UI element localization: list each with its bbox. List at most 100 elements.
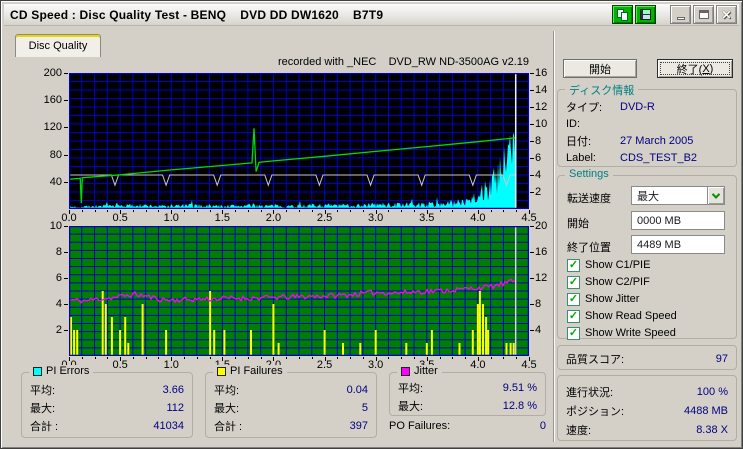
position-value: 4488 MB [683,404,728,417]
axis-tick [210,210,211,212]
max-value: 12.8 % [502,399,537,412]
tab-disc-quality[interactable]: Disc Quality [15,34,101,57]
axis-tick [146,357,147,359]
axis-tick-label: 4.5 [521,359,537,371]
axis-tick [82,357,83,359]
axis-tick [222,210,223,214]
axis-tick [171,357,172,361]
axis-tick-label: 12 [535,101,548,113]
checkbox-show-jitter[interactable]: ✓ Show Jitter [567,292,639,306]
axis-tick [530,330,534,331]
axis-tick [530,252,534,253]
avg-label: 平均: [214,384,240,397]
axis-tick [64,73,68,74]
disc-date-value: 27 March 2005 [620,134,694,147]
copy-icon [617,8,628,21]
axis-tick [427,210,428,214]
start-position-input[interactable]: 0000 MB [631,211,725,230]
axis-tick [120,357,121,361]
axis-tick [325,210,326,214]
axis-tick-label: 10 [49,220,62,232]
axis-tick-label: 16 [535,67,548,79]
axis-tick [530,175,534,176]
minimize-icon [676,17,685,20]
checkbox-label: Show Jitter [585,293,640,305]
po-failures-value: 0 [539,420,546,432]
max-label: 最大: [30,402,56,415]
disc-date-label: 日付: [566,135,592,148]
titlebar-buttons: ✕ [610,5,737,24]
exit-button-label: 終了( [676,63,703,76]
close-button[interactable]: ✕ [716,5,737,24]
pi-failures-title: PI Failures [230,365,283,377]
axis-tick [530,73,534,74]
axis-tick-label: 2.5 [316,359,333,371]
copy-button[interactable] [612,5,633,24]
dropdown-button[interactable] [707,187,724,204]
checkbox-checked-icon: ✓ [567,275,580,289]
axis-tick [158,210,159,212]
axis-tick-label: 4.0 [470,359,486,371]
app-window: CD Speed : Disc Quality Test - BENQ DVD … [0,0,743,449]
axis-tick [530,226,534,227]
axis-tick-label: 2.5 [316,212,333,224]
axis-tick [261,210,262,212]
window-title: CD Speed : Disc Quality Test - BENQ DVD … [10,7,384,22]
vertical-separator [553,31,555,442]
axis-tick-label: 8 [535,298,542,310]
pi-failures-swatch [217,366,226,376]
chart-recorder-caption: recorded with _NEC DVD_RW ND-3500AG v2.1… [277,56,529,68]
maximize-button[interactable] [693,5,714,24]
axis-tick-label: 4 [535,169,542,181]
po-failures-label: PO Failures: [389,420,451,432]
checkbox-show-write-speed[interactable]: ✓ Show Write Speed [567,326,676,340]
axis-tick [427,357,428,361]
save-button[interactable] [635,5,656,24]
pi-errors-title: PI Errors [46,365,90,377]
jitter-swatch [401,366,410,376]
axis-tick-label: 1.5 [214,212,230,224]
axis-tick [388,357,389,359]
start-button[interactable]: 開始 [563,59,637,78]
axis-tick [401,357,402,359]
checkbox-show-c2-pif[interactable]: ✓ Show C2/PIF [567,275,650,289]
exit-button-accelerator: X [702,62,710,75]
axis-tick [120,210,121,214]
axis-tick-label: 80 [49,148,62,161]
axis-tick [530,141,534,142]
axis-tick [299,210,300,212]
axis-tick [197,210,198,212]
chevron-down-icon [711,189,721,199]
axis-tick-label: 2 [535,186,542,198]
save-icon [640,9,651,20]
axis-tick [184,210,185,212]
axis-tick-label: 3.5 [419,212,435,224]
axis-tick-label: 200 [43,67,62,79]
checkbox-show-c1-pie[interactable]: ✓ Show C1/PIE [567,258,650,272]
axis-tick [64,252,68,253]
checkbox-label: Show C1/PIE [585,259,651,271]
axis-tick [133,210,134,212]
minimize-button[interactable] [670,5,691,24]
progress-group: 進行状況: 100 % ポジション: 4488 MB 速度: 8.38 X [557,375,737,441]
total-value: 41034 [153,419,184,432]
end-position-input[interactable]: 4489 MB [631,235,725,254]
checkbox-show-read-speed[interactable]: ✓ Show Read Speed [567,309,677,323]
end-position-value: 4489 MB [637,238,682,251]
po-failures-row: PO Failures: 0 [389,420,546,432]
avg-value: 3.66 [162,383,184,396]
axis-tick [363,210,364,212]
axis-tick-label: 10 [535,118,548,130]
axis-tick [530,90,534,91]
axis-tick [337,210,338,212]
axis-tick-label: 8 [55,246,62,258]
jitter-stats-box: Jitter 平均: 9.51 % 最大: 12.8 % [389,365,546,416]
max-value: 112 [166,401,184,414]
axis-tick [530,158,534,159]
quality-score-label: 品質スコア: [566,353,625,366]
maximize-icon [698,10,709,19]
exit-button[interactable]: 終了(X) [657,59,733,78]
axis-tick [452,357,453,359]
transfer-speed-select[interactable]: 最大 [631,186,725,205]
axis-tick [350,210,351,212]
